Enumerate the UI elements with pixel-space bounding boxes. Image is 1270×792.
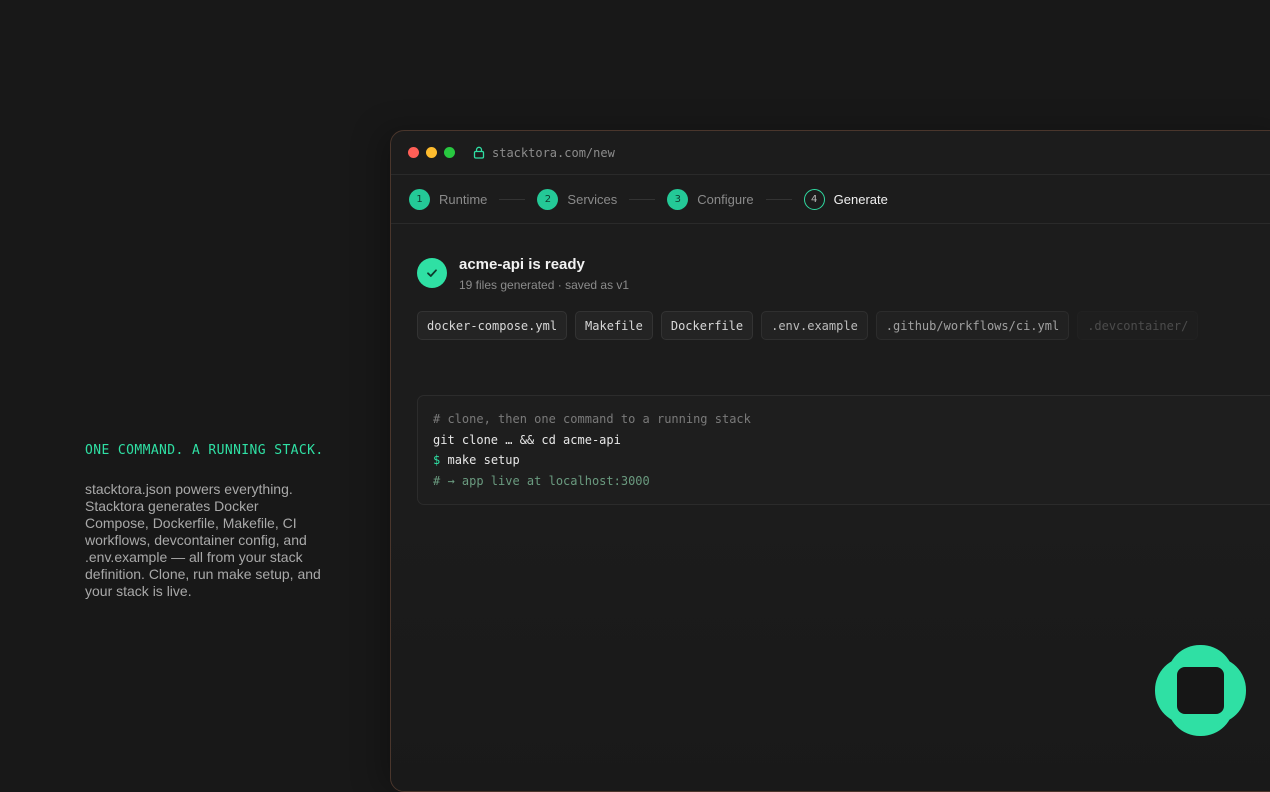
wizard-steps: 1 Runtime 2 Services 3 Configure 4 Gener… — [391, 175, 1270, 224]
file-chip[interactable]: docker-compose.yml — [417, 311, 568, 340]
step-number: 1 — [409, 188, 430, 210]
stacktora-logo — [1155, 645, 1246, 736]
ready-title: acme-api is ready — [459, 256, 585, 273]
file-chip[interactable]: Dockerfile — [660, 311, 754, 340]
step-runtime[interactable]: 1 Runtime — [409, 188, 488, 210]
terminal-block: # clone, then one command to a running s… — [417, 395, 1270, 505]
step-number: 2 — [537, 188, 559, 210]
step-connector — [629, 198, 656, 200]
window-fade-overlay — [391, 491, 1270, 791]
ready-status: acme-api is ready 19 files generated · s… — [417, 256, 629, 292]
terminal-command: make setup — [447, 453, 520, 467]
browser-window: stacktora.com/new 1 Runtime 2 Services 3… — [390, 130, 1270, 792]
step-label: Services — [567, 191, 618, 207]
browser-titlebar: stacktora.com/new — [391, 131, 1270, 175]
close-window-button[interactable] — [408, 147, 419, 158]
step-number: 4 — [803, 188, 825, 210]
terminal-command: git clone … && cd acme-api — [433, 432, 621, 447]
hero-description: stacktora.json powers everything. Stackt… — [85, 481, 321, 599]
lock-icon — [473, 146, 485, 159]
terminal-command-line: $ make setup — [433, 450, 1270, 471]
minimize-window-button[interactable] — [426, 147, 437, 158]
step-connector — [499, 198, 526, 200]
step-services[interactable]: 2 Services — [537, 188, 618, 210]
step-connector — [765, 198, 792, 200]
step-label: Generate — [833, 191, 888, 207]
file-chip[interactable]: .env.example — [761, 311, 868, 340]
terminal-output: # → app live at localhost:3000 — [433, 473, 650, 488]
url-text: stacktora.com/new — [492, 145, 615, 160]
step-label: Runtime — [439, 191, 488, 207]
check-icon — [417, 258, 447, 288]
step-configure[interactable]: 3 Configure — [667, 188, 754, 210]
file-chip[interactable]: Makefile — [575, 311, 653, 340]
generated-files-list: docker-compose.yml Makefile Dockerfile .… — [417, 311, 1206, 340]
file-chip[interactable]: .github/workflows/ci.yml — [875, 311, 1070, 340]
step-number: 3 — [667, 188, 689, 210]
ready-subtitle: 19 files generated · saved as v1 — [459, 278, 630, 292]
address-bar[interactable]: stacktora.com/new — [473, 146, 615, 160]
maximize-window-button[interactable] — [444, 147, 455, 158]
terminal-comment: # clone, then one command to a running s… — [433, 412, 751, 426]
file-chip[interactable]: .devcontainer/ — [1077, 311, 1199, 340]
hero-tagline: ONE COMMAND. A RUNNING STACK. — [85, 443, 324, 458]
step-label: Configure — [697, 191, 754, 207]
step-generate[interactable]: 4 Generate — [803, 188, 888, 210]
terminal-prompt: $ — [433, 453, 441, 467]
